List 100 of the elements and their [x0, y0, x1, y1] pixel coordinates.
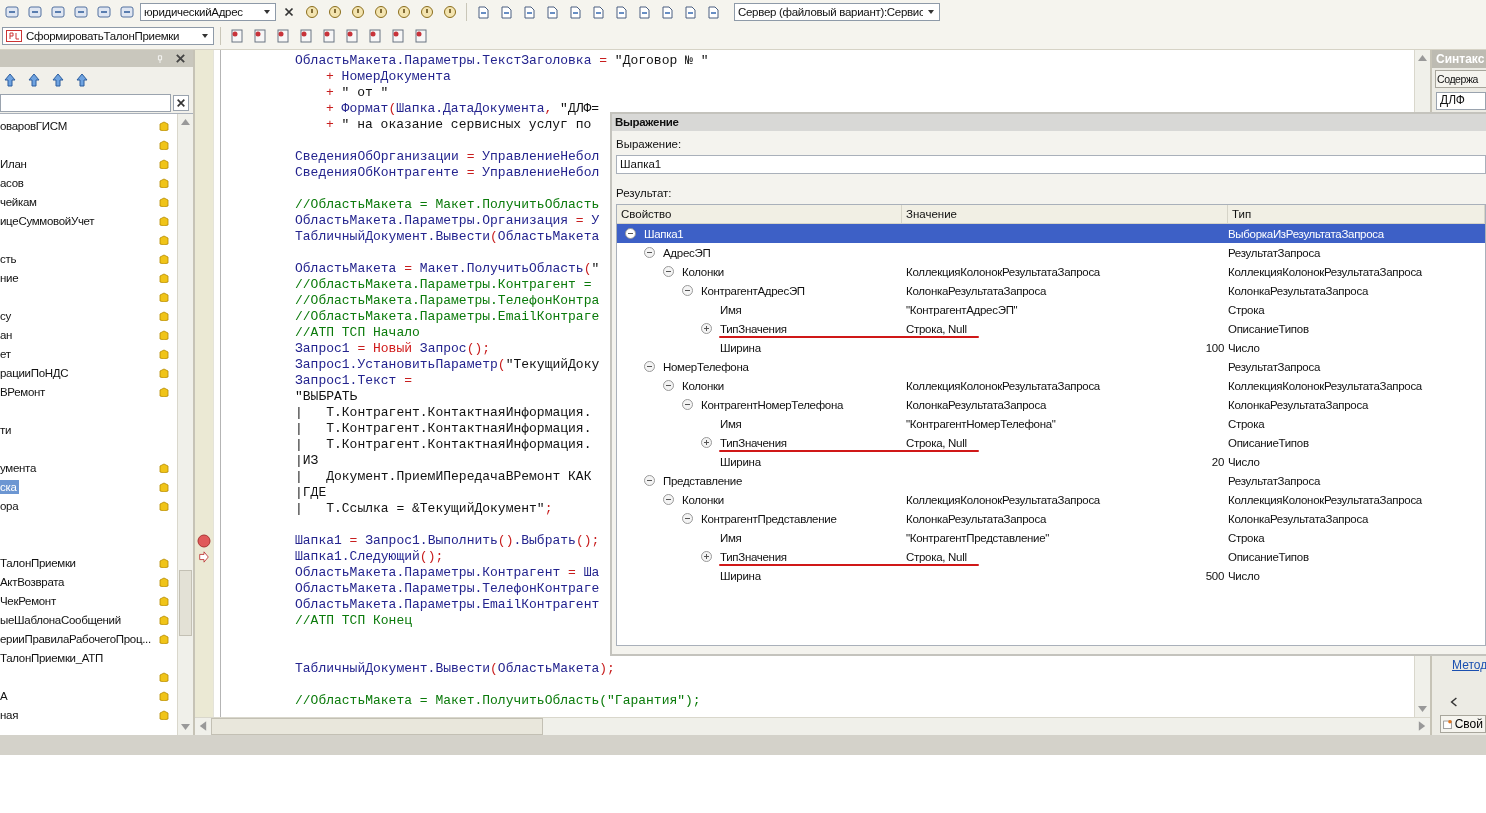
property-value: КоллекцияКолонокРезультатаЗапроса [906, 265, 1100, 278]
code-line: | Т.Контрагент.КонтактнаяИнформация. [295, 405, 592, 421]
property-name: ТипЗначения [720, 322, 787, 335]
collapse-icon[interactable] [682, 513, 693, 524]
filter-field[interactable] [0, 94, 171, 112]
tree-item[interactable]: Илан [0, 156, 29, 171]
property-type: Число [1228, 569, 1260, 582]
tree-row[interactable]: Ширина 20 Число [617, 452, 1485, 471]
tree-row[interactable]: Ширина 100 Число [617, 338, 1485, 357]
code-line: ОбластьМакета.Параметры.ТелефонКонтраге [295, 581, 600, 597]
column-header[interactable]: Тип [1228, 205, 1485, 223]
property-name: ТипЗначения [720, 550, 787, 563]
close-icon[interactable] [173, 51, 187, 66]
tree-item[interactable]: ти [0, 422, 14, 437]
column-header[interactable]: Свойство [617, 205, 902, 223]
property-type: КолонкаРезультатаЗапроса [1228, 512, 1368, 525]
tree-item[interactable]: ние [0, 270, 21, 285]
tree-row[interactable]: Колонки КоллекцияКолонокРезультатаЗапроса КоллекцияКолонокРезультатаЗапроса [617, 490, 1485, 509]
tree-item[interactable]: ан [0, 327, 15, 342]
collapse-icon[interactable] [644, 475, 655, 486]
tab[interactable]: Содержа [1435, 70, 1486, 88]
expression-field[interactable]: Шапка1 [616, 155, 1486, 174]
code-line: //ОбластьМакета.Параметры.ТелефонКонтра [295, 293, 600, 309]
tree-row[interactable]: Колонки КоллекцияКолонокРезультатаЗапроса КоллекцияКолонокРезультатаЗапроса [617, 376, 1485, 395]
tree-item[interactable]: ыеШаблонаСообщений [0, 612, 123, 627]
report-icon [6, 30, 22, 42]
tree-item[interactable]: рацииПоНДС [0, 365, 71, 380]
code-line: Запрос1.Текст = [295, 373, 413, 389]
tree-row[interactable]: КонтрагентНомерТелефона КолонкаРезультатаЗапроса КолонкаРезультатаЗапроса [617, 395, 1485, 414]
tree-item[interactable]: АктВозврата [0, 574, 67, 589]
tree-item[interactable]: ицеСуммовойУчет [0, 213, 97, 228]
collapse-icon[interactable] [644, 361, 655, 372]
tree-item[interactable]: ет [0, 346, 13, 361]
tree-item[interactable]: ерииПравилаРабочегоПроц... [0, 631, 153, 646]
tree-item[interactable]: сть [0, 251, 19, 266]
code-line: //ОбластьМакета = Макет.ПолучитьОбласть("Гарантия"); [295, 693, 701, 709]
input-field[interactable]: ДЛФ [1436, 92, 1486, 110]
property-name: Шапка1 [644, 227, 684, 240]
tree-item[interactable]: оваровГИСМ [0, 118, 69, 133]
collapse-icon[interactable] [625, 228, 636, 239]
command-dropdown[interactable]: СформироватьТалонПриемки [2, 27, 214, 45]
property-value: Строка, Null [906, 436, 967, 449]
tree-row[interactable]: Имя "КонтрагентАдресЭП" Строка [617, 300, 1485, 319]
tree-row[interactable]: ТипЗначения Строка, Null ОписаниеТипов [617, 433, 1485, 452]
tree-row[interactable]: Колонки КоллекцияКолонокРезультатаЗапроса КоллекцияКолонокРезультатаЗапроса [617, 262, 1485, 281]
expand-icon[interactable] [701, 437, 712, 448]
property-type: ОписаниеТипов [1228, 322, 1309, 335]
tree-item[interactable]: ВРемонт [0, 384, 48, 399]
tree-row[interactable]: НомерТелефона РезультатЗапроса [617, 357, 1485, 376]
property-type: Строка [1228, 417, 1265, 430]
scroll-thumb[interactable] [179, 570, 192, 636]
code-line: + " на оказание сервисных услуг по [326, 117, 592, 133]
property-value: "КонтрагентАдресЭП" [906, 303, 1018, 316]
property-name: Имя [720, 417, 742, 430]
code-line: + НомерДокумента [326, 69, 451, 85]
tree-row[interactable]: Представление РезультатЗапроса [617, 471, 1485, 490]
property-value: КоллекцияКолонокРезультатаЗапроса [906, 493, 1100, 506]
tree-row[interactable]: АдресЭП РезультатЗапроса [617, 243, 1485, 262]
property-type: ОписаниеТипов [1228, 550, 1309, 563]
property-type: ВыборкаИзРезультатаЗапроса [1228, 227, 1384, 240]
tree-item[interactable]: ЧекРемонт [0, 593, 58, 608]
property-type: КоллекцияКолонокРезультатаЗапроса [1228, 265, 1422, 278]
tree-row[interactable]: ТипЗначения Строка, Null ОписаниеТипов [617, 547, 1485, 566]
property-type: Число [1228, 455, 1260, 468]
tree-item[interactable]: ная [0, 707, 21, 722]
tree-row[interactable]: Имя "КонтрагентНомерТелефона" Строка [617, 414, 1485, 433]
tree-row[interactable]: КонтрагентАдресЭП КолонкаРезультатаЗапроса КолонкаРезультатаЗапроса [617, 281, 1485, 300]
code-line: //ОбластьМакета = Макет.ПолучитьОбласть [295, 197, 600, 213]
tree-item[interactable]: чейкам [0, 194, 39, 209]
tree-item[interactable]: А [0, 688, 10, 703]
code-line: ТабличныйДокумент.Вывести(ОбластьМакета); [295, 661, 615, 677]
tree-row[interactable]: Шапка1 ВыборкаИзРезультатаЗапроса [617, 224, 1485, 243]
tree-item[interactable]: ТалонПриемки [0, 555, 78, 570]
collapse-icon[interactable] [663, 266, 674, 277]
property-value: 20 [1211, 455, 1224, 468]
tree-row[interactable]: КонтрагентПредставление КолонкаРезультатаЗапроса КолонкаРезультатаЗапроса [617, 509, 1485, 528]
expand-icon[interactable] [701, 551, 712, 562]
tree-item[interactable]: умента [0, 460, 38, 475]
clear-icon[interactable] [173, 95, 189, 111]
column-header[interactable]: Значение [902, 205, 1228, 223]
field-label: Выражение: [616, 137, 683, 151]
tree-row[interactable]: Имя "КонтрагентПредставление" Строка [617, 528, 1485, 547]
collapse-icon[interactable] [682, 285, 693, 296]
collapse-icon[interactable] [663, 380, 674, 391]
property-name: КонтрагентНомерТелефона [701, 398, 844, 411]
properties-icon [1443, 717, 1453, 731]
collapse-icon[interactable] [644, 247, 655, 258]
expand-icon[interactable] [701, 323, 712, 334]
tree-item[interactable]: ора [0, 498, 21, 513]
tree-row[interactable]: ТипЗначения Строка, Null ОписаниеТипов [617, 319, 1485, 338]
tree-item[interactable]: ТалонПриемки_АТП [0, 650, 105, 665]
tree-item[interactable]: су [0, 308, 13, 323]
scrollbar[interactable] [177, 114, 193, 735]
tree-item[interactable]: асов [0, 175, 26, 190]
properties-button[interactable]: Свой [1440, 715, 1486, 733]
search-field[interactable]: юридическийАдрес [140, 3, 276, 21]
tree-row[interactable]: Ширина 500 Число [617, 566, 1485, 585]
scrollbar[interactable] [195, 717, 1430, 735]
collapse-icon[interactable] [682, 399, 693, 410]
collapse-icon[interactable] [663, 494, 674, 505]
